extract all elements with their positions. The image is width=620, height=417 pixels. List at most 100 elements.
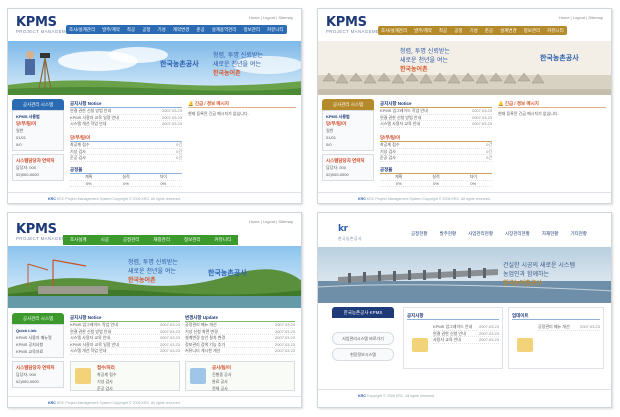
menu-item[interactable]: 발주/계약: [411, 26, 435, 35]
box-item[interactable]: 완료 공사: [212, 378, 292, 385]
alert-text: 현재 등록된 긴급 메시지가 없습니다.: [498, 111, 559, 116]
quick-link-item[interactable]: KPMS 사용자 매뉴얼: [16, 334, 60, 341]
utility-links[interactable]: Home | Logout | Sitemap: [249, 219, 293, 224]
side-tab[interactable]: 공사관리 시스템: [12, 99, 64, 110]
list-item[interactable]: 공정관리 메뉴 개선 2007.03.23: [538, 324, 600, 331]
notice-title[interactable]: 공지사항: [407, 311, 499, 320]
notice-title[interactable]: 공지사항 Notice: [70, 99, 182, 108]
notice-title[interactable]: 공지사항 Notice: [380, 99, 492, 108]
list-item[interactable]: 준공 검사 0건: [380, 155, 492, 162]
site-link[interactable]: 현장정보시스템: [332, 348, 394, 361]
main-menu: 공정현황 발주현황 사업관리현황 시장관리현황 자재현황 기타현황: [408, 229, 590, 238]
tetrapod-seawall-image: [318, 41, 611, 95]
site-link-label: 현장정보시스템: [350, 352, 376, 357]
status-values: 0% 0% 0%: [380, 181, 492, 187]
box-item[interactable]: 진행중 공사: [212, 371, 292, 378]
main-visual: 청렴, 투명 신뢰받는 새로운 천년을 여는 한국농어촌 한국농촌공사: [318, 41, 611, 95]
menu-item[interactable]: 착공: [436, 26, 450, 35]
menu-item[interactable]: 공정관리: [115, 235, 147, 245]
alert-panel: 🔔 긴급 / 경보 메시지 현재 등록된 긴급 메시지가 없습니다.: [188, 99, 296, 117]
menu-item[interactable]: 정보관리: [521, 26, 544, 35]
status-values: 0% 0% 0%: [70, 181, 182, 187]
krc-name: 한국농촌공사: [160, 61, 199, 68]
menu-item[interactable]: 설계용역관리: [209, 25, 240, 34]
status-panel: 공정율 계획 실적 차이 0% 0% 0%: [380, 165, 492, 187]
main-menu: 조사/설계관리 발주/계약 착공 공정 기성 계약변경 준공 설계용역관리 정보…: [66, 25, 287, 34]
box-item[interactable]: 전체 공사: [212, 385, 292, 392]
slogan-line: 건실한 시공의 새로운 시스템: [503, 262, 575, 269]
update-title[interactable]: 변경사항 Update: [185, 313, 295, 322]
quick-link-item[interactable]: KPMS 공지사항: [16, 341, 60, 348]
menu-item[interactable]: 시장관리현황: [502, 229, 533, 238]
notice-title[interactable]: 공지사항 Notice: [70, 313, 180, 322]
menu-item[interactable]: 사업관리현황: [465, 229, 496, 238]
menu-item[interactable]: 기타현황: [567, 229, 590, 238]
menu-item[interactable]: 발주현황: [437, 229, 460, 238]
box-icon: [190, 368, 206, 384]
menu-item[interactable]: 준공: [193, 25, 207, 34]
menu-item[interactable]: 조사/설계관리: [66, 25, 98, 34]
list-item[interactable]: 커뮤니티 게시판 개선 2007.03.23: [185, 348, 295, 355]
footer-text: KRC Project Management System Copyright …: [56, 401, 181, 405]
box-title: 접수/처리: [97, 365, 115, 370]
menu-item[interactable]: 공정현황: [408, 229, 431, 238]
box-item[interactable]: 착공계 접수: [97, 371, 177, 378]
list-item[interactable]: 시스템 개선 작업 안내 2007.03.23: [70, 121, 182, 128]
screenshot-tile-gold: KPMS PROJECT MANAGEMENT Home | Logout | …: [317, 8, 612, 204]
box-item[interactable]: 기성 검사: [97, 378, 177, 385]
menu-item[interactable]: 준공: [482, 26, 496, 35]
screenshot-tile-navy: kr 한국농촌공사 공정현황 발주현황 사업관리현황 시장관리현황 자재현황 기…: [317, 212, 612, 408]
menu-item[interactable]: 커뮤니티: [264, 25, 287, 34]
alert-title: 🔔 긴급 / 경보 메시지: [498, 99, 606, 108]
utility-links[interactable]: Home | Logout | Sitemap: [559, 15, 603, 20]
menu-item[interactable]: 공정: [139, 25, 153, 34]
contact-box: 시스템담당자 연락처 담당자: 000 02)000-0000: [322, 154, 374, 181]
slogan: 청렴, 투명 신뢰받는 새로운 천년을 여는 한국농어촌: [128, 258, 178, 285]
approval-title: 당/부/팀/이: [380, 133, 492, 142]
menu-item[interactable]: 커뮤니티: [544, 26, 567, 35]
side-tab[interactable]: 공사관리 시스템: [12, 313, 64, 324]
list-item[interactable]: 시스템 개선 작업 안내 2007.03.23: [70, 348, 180, 355]
side-title[interactable]: KPMS 사용법: [326, 113, 370, 120]
notice-icon: [412, 338, 428, 352]
menu-item[interactable]: 발주/계약: [99, 25, 123, 34]
bell-icon: 🔔: [188, 101, 194, 106]
menu-item[interactable]: 착공: [124, 25, 138, 34]
quick-link-title: Quick Link: [16, 328, 37, 333]
list-item[interactable]: 준공 검사 0건: [70, 155, 182, 162]
menu-item[interactable]: 기성: [154, 25, 168, 34]
kpms-logo[interactable]: KPMS PROJECT MANAGEMENT: [326, 16, 386, 34]
screenshot-tile-blue: KPMS PROJECT MANAGEMENT Home | Logout | …: [7, 8, 302, 204]
side-tab[interactable]: 공사관리 시스템: [322, 99, 374, 110]
contact-line: 02)000-0000: [326, 172, 349, 177]
list-item[interactable]: 사용자 교육 안내 2007.03.23: [433, 337, 499, 344]
slogan-line-emphasis: 한국농어촌: [400, 66, 428, 73]
box-item[interactable]: 준공 검사: [97, 385, 177, 392]
menu-item[interactable]: 계약변경: [170, 25, 193, 34]
menu-item[interactable]: 조사/설계관리: [378, 26, 410, 35]
krc-logo[interactable]: kr 한국농촌공사: [338, 223, 362, 242]
notice-panel: 공지사항 Notice 연결 권한 신청 방법 안내 2007.03.23 KPM…: [70, 99, 182, 128]
list-item[interactable]: 시스템 사용자 교육 안내 2007.03.23: [380, 121, 492, 128]
footer-text: Copyright © 2006 KRC. All rights reserve…: [366, 394, 435, 398]
menu-item[interactable]: 설계변경: [497, 26, 520, 35]
side-title[interactable]: KPMS 사용법: [16, 113, 60, 120]
menu-item[interactable]: 정보관리: [176, 235, 208, 245]
side-line: 당/부/팀/이: [326, 121, 347, 126]
utility-links[interactable]: Home | Logout | Sitemap: [249, 15, 293, 20]
slogan-line: 청렴, 투명 신뢰받는: [213, 52, 263, 59]
menu-item[interactable]: 자재현황: [539, 229, 562, 238]
side-panel: 한국농촌공사 KPMS 사업관리시스템 바로가기 현장정보시스템: [332, 307, 394, 361]
menu-item[interactable]: 공정: [451, 26, 465, 35]
update-title[interactable]: 업데이트: [512, 311, 600, 320]
menu-item[interactable]: 재정관리: [146, 235, 177, 245]
system-link[interactable]: 사업관리시스템 바로가기: [332, 332, 394, 345]
menu-item[interactable]: 기성: [466, 26, 480, 35]
quick-link-item[interactable]: KPMS 교육자료: [16, 348, 60, 355]
menu-item[interactable]: 커뮤니티: [207, 235, 239, 245]
menu-item[interactable]: 조사설계: [63, 235, 94, 245]
slogan-line: 농업인과 함께하는: [503, 271, 550, 278]
menu-item[interactable]: 정보관리: [240, 25, 263, 34]
menu-item[interactable]: 시공: [93, 235, 116, 245]
contact-title: 시스템담당자 연락처: [326, 158, 365, 163]
